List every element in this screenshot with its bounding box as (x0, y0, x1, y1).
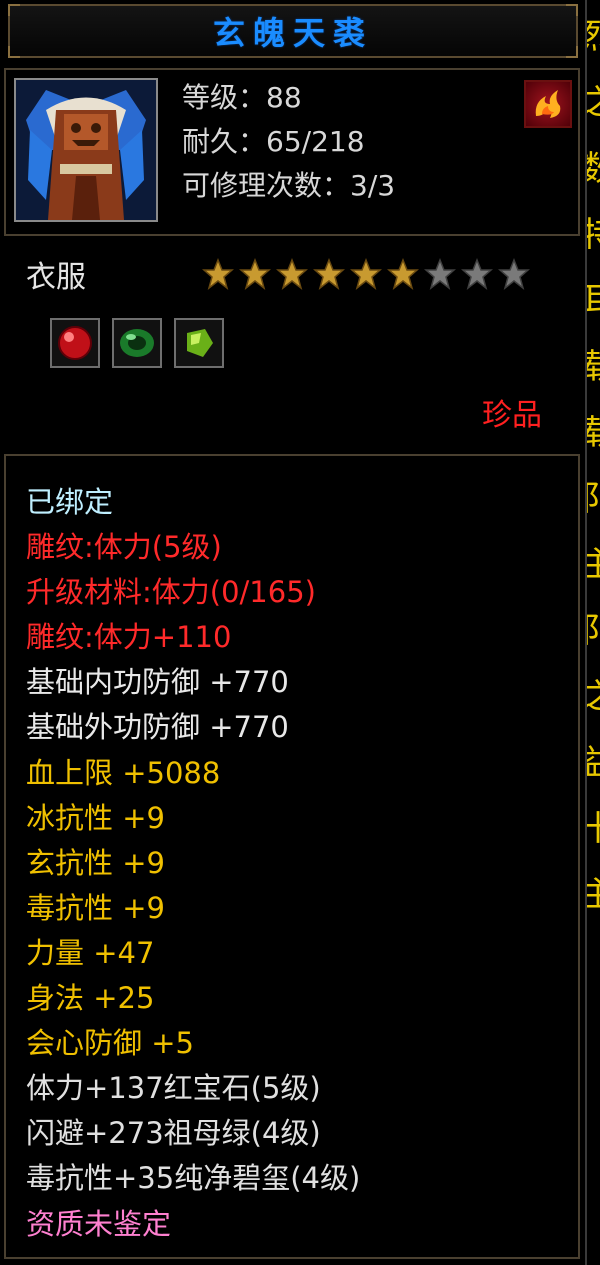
clipped-text-fragment: 之 (587, 86, 600, 120)
star-empty-icon (461, 258, 493, 290)
fur-armor-icon (14, 78, 158, 222)
title-bar: 玄魄天裘 (8, 4, 578, 58)
jade-gem-icon (174, 318, 224, 368)
star-filled-icon (350, 258, 382, 290)
attribute-line: 毒抗性+35纯净碧玺(4级) (26, 1161, 361, 1196)
item-level: 等级：88 (182, 81, 302, 114)
star-empty-icon (498, 258, 530, 290)
clipped-text-fragment: 载 (587, 350, 600, 384)
item-tooltip-panel: 玄魄天裘 等级：88 耐久：65/218 可修理次数：3/3 衣服 珍品 已绑定… (0, 0, 585, 1265)
item-name-title: 玄魄天裘 (212, 14, 373, 52)
attribute-line: 冰抗性 +9 (26, 800, 165, 835)
clipped-text-fragment: 主 (587, 878, 600, 912)
attribute-line: 基础外功防御 +770 (26, 710, 289, 745)
emerald-gem-icon (112, 318, 162, 368)
fire-element-icon (524, 80, 572, 128)
clipped-text-fragment: 数 (587, 152, 600, 186)
attribute-line: 升级材料:体力(0/165) (26, 575, 316, 610)
star-filled-icon (239, 258, 271, 290)
rarity-label: 珍品 (482, 398, 542, 433)
star-filled-icon (276, 258, 308, 290)
star-filled-icon (387, 258, 419, 290)
attribute-line: 会心防御 +5 (26, 1026, 194, 1061)
attribute-line: 已绑定 (26, 485, 114, 519)
attribute-line: 体力+137红宝石(5级) (26, 1071, 321, 1106)
clipped-text-fragment: 载 (587, 416, 600, 450)
attribute-line: 雕纹:体力+110 (26, 620, 232, 655)
attribute-line: 雕纹:体力(5级) (26, 530, 222, 565)
attribute-line: 基础内功防御 +770 (26, 665, 289, 700)
star-empty-icon (424, 258, 456, 290)
attribute-line: 资质未鉴定 (26, 1206, 172, 1241)
attribute-line: 力量 +47 (26, 935, 155, 970)
clipped-text-fragment: 阝 (587, 614, 600, 648)
clipped-text-fragment: 之 (587, 680, 600, 714)
attribute-line: 闪避+273祖母绿(4级) (26, 1116, 321, 1151)
star-filled-icon (313, 258, 345, 290)
frame-corner (8, 4, 20, 16)
frame-corner (8, 46, 20, 58)
clipped-text-fragment: 主 (587, 548, 600, 582)
clipped-text-fragment: 十 (587, 812, 600, 846)
star-filled-icon (202, 258, 234, 290)
socketed-gems (50, 318, 224, 368)
attribute-line: 毒抗性 +9 (26, 890, 165, 925)
ruby-gem-icon (50, 318, 100, 368)
clipped-text-fragment: 耳 (587, 284, 600, 318)
frame-corner (566, 4, 578, 16)
attribute-list: 已绑定雕纹:体力(5级) 升级材料:体力(0/165) 雕纹:体力+110 基础内功防… (26, 480, 360, 1247)
star-rating (202, 258, 530, 290)
frame-corner (566, 46, 578, 58)
attribute-line: 玄抗性 +9 (26, 845, 165, 880)
clipped-text-fragment: 烈 (587, 20, 600, 54)
clipped-text-fragment: 特 (587, 218, 600, 252)
item-type-label: 衣服 (26, 260, 86, 295)
clipped-text-fragment: 阝 (587, 482, 600, 516)
clipped-text-fragment: 益 (587, 746, 600, 780)
attribute-line: 身法 +25 (26, 981, 155, 1016)
clipped-side-panel: 烈之数特耳载载阝主阝之益十主 (585, 0, 600, 1265)
item-repair-count: 可修理次数：3/3 (182, 169, 396, 202)
attribute-line: 血上限 +5088 (26, 755, 221, 790)
item-durability: 耐久：65/218 (182, 125, 365, 158)
item-stats: 等级：88 耐久：65/218 可修理次数：3/3 (182, 76, 395, 208)
